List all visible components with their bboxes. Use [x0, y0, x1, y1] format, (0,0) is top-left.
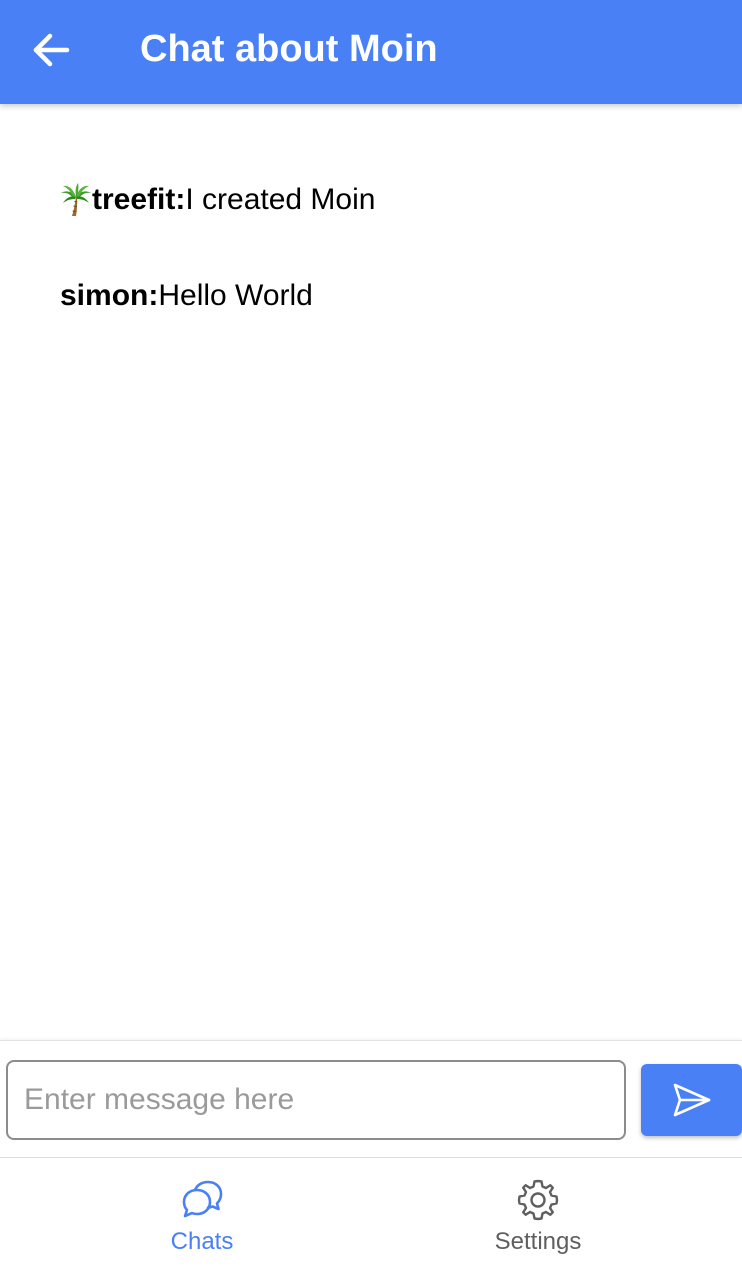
message-item: treefit: I created Moin	[60, 182, 375, 218]
message-author: treefit:	[92, 183, 186, 216]
page-title: Chat about Moin	[140, 28, 438, 70]
message-author: simon:	[60, 279, 159, 312]
send-icon	[673, 1083, 710, 1117]
tab-label: Settings	[494, 1228, 582, 1255]
back-button[interactable]	[22, 22, 80, 78]
app-header: Chat about Moin	[0, 0, 742, 104]
message-composer	[0, 1040, 742, 1159]
message-text: Hello World	[158, 279, 313, 312]
tab-label: Chats	[170, 1228, 234, 1255]
message-item: simon: Hello World	[60, 278, 313, 314]
app-window: Chat about Moin treefit: I created Moin s…	[0, 0, 742, 1270]
chat-bubbles-icon	[182, 1180, 223, 1218]
gear-icon	[517, 1179, 559, 1221]
message-list: treefit: I created Moin simon: Hello World	[0, 104, 742, 1040]
send-button[interactable]	[641, 1064, 742, 1136]
tab-chats[interactable]: Chats	[152, 1158, 252, 1270]
tab-settings[interactable]: Settings	[478, 1158, 598, 1270]
message-input[interactable]	[6, 1060, 626, 1140]
message-text: I created Moin	[185, 183, 376, 216]
arrow-left-icon	[33, 33, 70, 67]
palm-tree-icon	[61, 183, 91, 216]
bottom-tab-bar: Chats Settings	[0, 1157, 742, 1270]
